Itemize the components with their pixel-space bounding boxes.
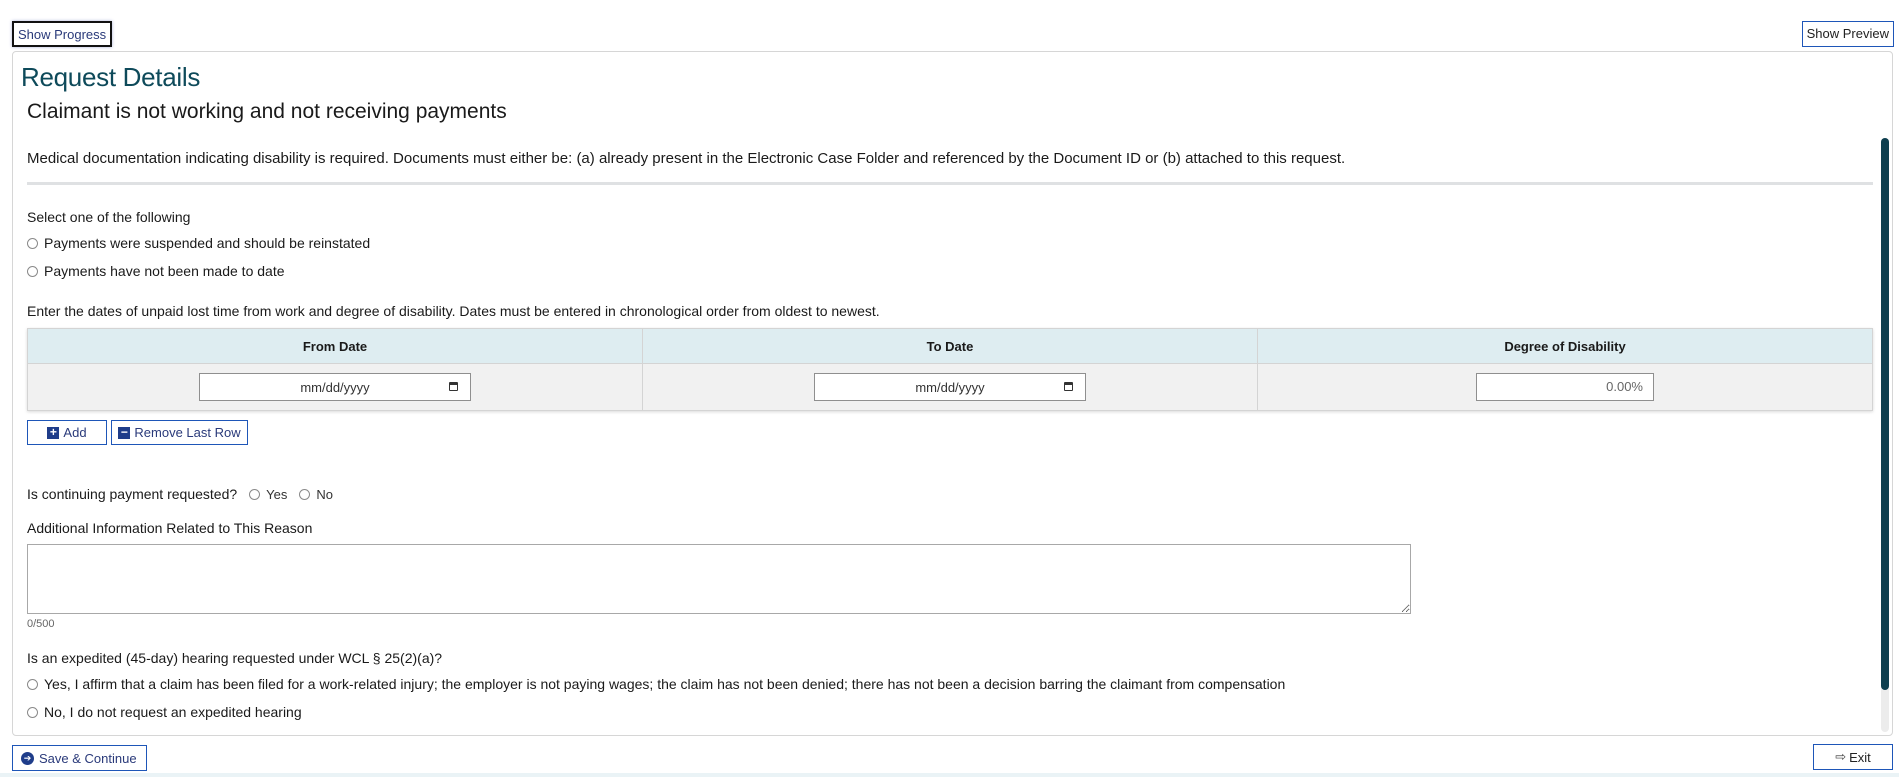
documentation-notice: Medical documentation indicating disabil… bbox=[27, 150, 1346, 167]
radio-label: No bbox=[316, 486, 333, 502]
column-header-degree: Degree of Disability bbox=[1257, 328, 1873, 364]
calendar-icon[interactable] bbox=[449, 382, 458, 391]
panel-title: Request Details bbox=[21, 62, 201, 92]
remove-last-row-button[interactable]: − Remove Last Row bbox=[111, 420, 248, 445]
show-progress-button[interactable]: Show Progress bbox=[12, 21, 113, 47]
continuing-payment-question: Is continuing payment requested? Yes No bbox=[27, 486, 333, 502]
divider bbox=[27, 182, 1873, 185]
reason-title: Claimant is not working and not receivin… bbox=[27, 100, 507, 123]
remove-label: Remove Last Row bbox=[134, 425, 241, 440]
table-row: mm/dd/yyyy mm/dd/yyyy 0.00% bbox=[27, 363, 1873, 411]
select-prompt: Select one of the following bbox=[27, 209, 191, 225]
save-continue-button[interactable]: ➔ Save & Continue bbox=[12, 745, 147, 771]
arrow-right-circle-icon: ➔ bbox=[21, 751, 34, 765]
scrollbar-thumb[interactable] bbox=[1881, 138, 1889, 690]
additional-info-textarea[interactable] bbox=[27, 544, 1411, 614]
radio-label: Yes bbox=[266, 486, 288, 502]
show-preview-button[interactable]: Show Preview bbox=[1801, 21, 1894, 47]
table-header-row: From Date To Date Degree of Disability bbox=[27, 328, 1873, 364]
exit-icon: ⇨ bbox=[1835, 749, 1847, 764]
request-details-panel: Request Details Claimant is not working … bbox=[12, 51, 1893, 736]
payment-option-not-made[interactable]: Payments have not been made to date bbox=[27, 263, 285, 279]
date-placeholder: mm/dd/yyyy bbox=[915, 379, 985, 395]
minus-icon: − bbox=[118, 426, 131, 439]
lost-time-table: From Date To Date Degree of Disability m… bbox=[27, 328, 1873, 411]
expedited-yes-option[interactable]: Yes, I affirm that a claim has been file… bbox=[27, 676, 1285, 692]
exit-label: Exit bbox=[1849, 749, 1871, 765]
plus-icon: + bbox=[47, 426, 60, 439]
radio-button[interactable] bbox=[249, 488, 261, 500]
continuing-yes-option[interactable]: Yes bbox=[249, 487, 287, 502]
calendar-icon[interactable] bbox=[1064, 382, 1073, 391]
character-counter: 0/500 bbox=[27, 618, 55, 630]
additional-info-label: Additional Information Related to This R… bbox=[27, 520, 313, 536]
from-date-cell: mm/dd/yyyy bbox=[27, 363, 643, 411]
payment-option-reinstated[interactable]: Payments were suspended and should be re… bbox=[27, 235, 370, 251]
column-header-from-date: From Date bbox=[27, 328, 643, 364]
radio-button[interactable] bbox=[27, 265, 38, 277]
radio-button[interactable] bbox=[27, 706, 38, 718]
expedited-question: Is an expedited (45-day) hearing request… bbox=[27, 650, 443, 666]
scrollbar-track[interactable] bbox=[1881, 138, 1889, 732]
add-label: Add bbox=[63, 425, 87, 440]
degree-cell: 0.00% bbox=[1257, 363, 1873, 411]
add-row-button[interactable]: + Add bbox=[27, 420, 107, 445]
column-header-to-date: To Date bbox=[642, 328, 1258, 364]
radio-label: Payments have not been made to date bbox=[44, 263, 285, 279]
save-continue-label: Save & Continue bbox=[39, 750, 137, 766]
exit-button[interactable]: ⇨ Exit bbox=[1813, 744, 1893, 770]
to-date-cell: mm/dd/yyyy bbox=[642, 363, 1258, 411]
radio-label: Yes, I affirm that a claim has been file… bbox=[44, 676, 1286, 692]
to-date-input[interactable]: mm/dd/yyyy bbox=[814, 373, 1086, 401]
date-placeholder: mm/dd/yyyy bbox=[300, 379, 370, 395]
from-date-input[interactable]: mm/dd/yyyy bbox=[199, 373, 471, 401]
radio-label: No, I do not request an expedited hearin… bbox=[44, 704, 302, 720]
footer-bar bbox=[0, 773, 1899, 777]
radio-button[interactable] bbox=[299, 488, 311, 500]
dates-instruction: Enter the dates of unpaid lost time from… bbox=[27, 303, 880, 319]
radio-label: Payments were suspended and should be re… bbox=[44, 235, 371, 251]
degree-of-disability-input[interactable]: 0.00% bbox=[1476, 373, 1654, 401]
continuing-payment-label: Is continuing payment requested? bbox=[27, 486, 238, 502]
radio-button[interactable] bbox=[27, 237, 38, 249]
radio-button[interactable] bbox=[27, 678, 38, 690]
continuing-no-option[interactable]: No bbox=[299, 487, 333, 502]
expedited-no-option[interactable]: No, I do not request an expedited hearin… bbox=[27, 704, 302, 720]
